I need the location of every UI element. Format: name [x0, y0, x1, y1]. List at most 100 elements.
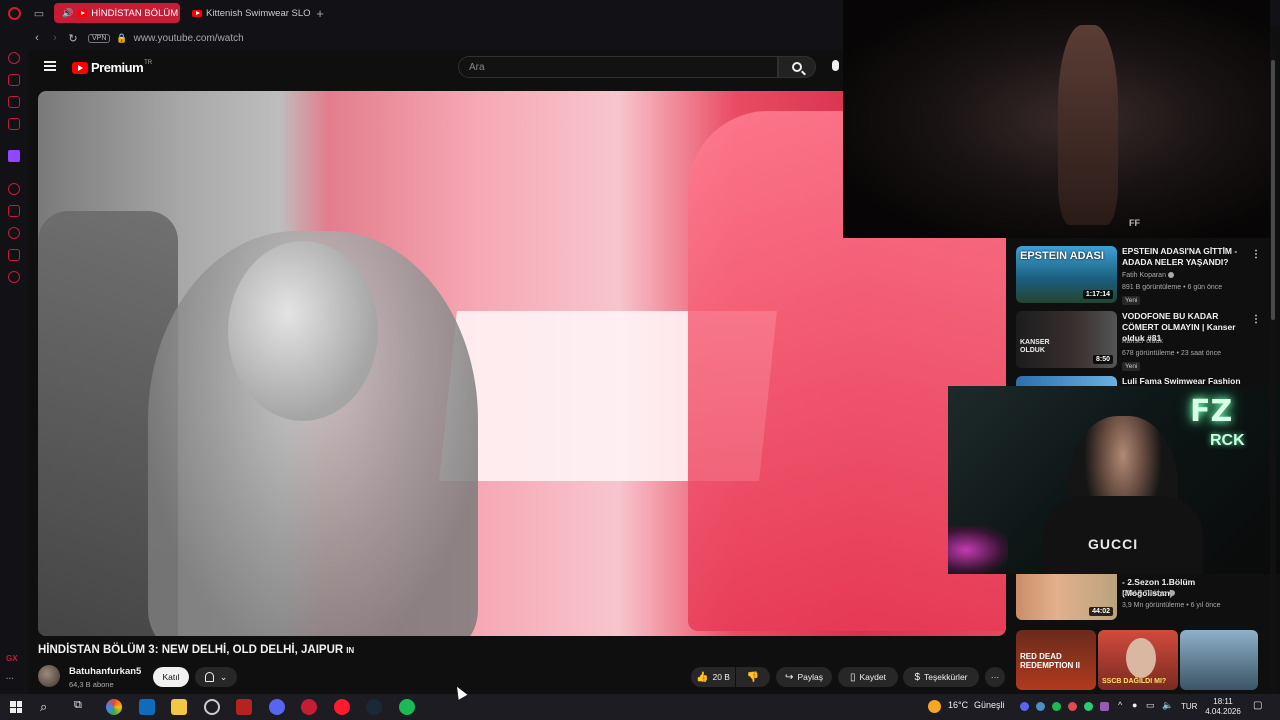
steam-app-icon[interactable]: [366, 699, 382, 715]
new-tab-button[interactable]: +: [310, 6, 330, 21]
reload-icon[interactable]: ↻: [64, 32, 82, 45]
forward-icon[interactable]: ›: [46, 32, 64, 44]
webcam-shirt: [1043, 496, 1203, 574]
video-thumbnail[interactable]: [1016, 376, 1117, 386]
task-view-icon[interactable]: ⧉: [74, 699, 82, 712]
aria-icon[interactable]: [8, 74, 20, 86]
tab-inactive[interactable]: Kittenish Swimwear SLOW: [184, 3, 310, 23]
thanks-button[interactable]: $ Teşekkürler: [903, 667, 979, 687]
thumbnail-text: SSCB DAĞILDI MI?: [1102, 678, 1167, 685]
twitch-icon[interactable]: [8, 150, 20, 162]
notification-icon[interactable]: ▢: [1253, 700, 1262, 711]
like-button[interactable]: 👍 20 B: [691, 667, 735, 687]
microphone-icon[interactable]: [832, 60, 839, 71]
duration-badge: 44:02: [1089, 607, 1113, 616]
video-thumbnail[interactable]: KANSER OLDUK 8:50: [1016, 311, 1117, 368]
list-item[interactable]: Luli Fama Swimwear Fashion: [1016, 376, 1266, 386]
speaker-icon[interactable]: 🔊: [62, 8, 73, 19]
shorts-thumbnail[interactable]: RED DEAD REDEMPTION II: [1016, 630, 1096, 690]
verified-icon: [1168, 590, 1175, 597]
opera-gx-app-icon[interactable]: [301, 699, 317, 715]
tab-active[interactable]: 🔊 HİNDİSTAN BÖLÜM 3:: [54, 3, 180, 23]
more-actions-button[interactable]: ···: [985, 667, 1005, 687]
music-icon[interactable]: [8, 183, 20, 195]
whatsapp-icon[interactable]: [8, 118, 20, 130]
chrome-app-icon[interactable]: [106, 699, 122, 715]
list-item[interactable]: EPSTEIN ADASI 1:17:14 EPSTEIN ADASI'NA G…: [1016, 246, 1266, 306]
discord-tray-icon[interactable]: [1020, 702, 1029, 711]
search-button[interactable]: [778, 56, 816, 78]
windows-start-icon[interactable]: [10, 701, 22, 713]
dislike-button[interactable]: 👎: [736, 667, 770, 687]
avatar[interactable]: [38, 665, 60, 687]
kebab-menu-icon[interactable]: ⋮: [1251, 249, 1261, 260]
microphone-tray-icon[interactable]: ●: [1132, 700, 1137, 710]
settings-icon[interactable]: [8, 271, 20, 283]
list-item[interactable]: 44:02 - 2.Sezon 1.Bölüm (Moğolistan) DMA…: [1016, 572, 1266, 622]
verified-icon: [1167, 272, 1174, 279]
share-button[interactable]: ↪ Paylaş: [776, 667, 832, 687]
clock[interactable]: 18:11 4.04.2026: [1203, 697, 1243, 717]
video-frame-head: [228, 241, 378, 421]
video-editor-icon[interactable]: [236, 699, 252, 715]
pinboard-icon[interactable]: [8, 205, 20, 217]
clock-time: 18:11: [1213, 697, 1233, 706]
app-tray-icon[interactable]: [1084, 702, 1093, 711]
weather-sun-icon[interactable]: [928, 700, 941, 713]
back-icon[interactable]: ‹: [28, 32, 46, 44]
history-icon[interactable]: [8, 52, 20, 64]
search-icon[interactable]: ⌕: [40, 699, 47, 715]
weather-temperature[interactable]: 16°C: [948, 700, 968, 710]
opera-menu-icon[interactable]: [0, 0, 28, 26]
channel-name[interactable]: Batuhanfurkan5: [69, 666, 141, 677]
spotify-tray-icon[interactable]: [1052, 702, 1061, 711]
url-field[interactable]: www.youtube.com/watch: [134, 33, 244, 44]
menu-icon[interactable]: [44, 61, 56, 71]
app-tray-icon[interactable]: [1068, 702, 1077, 711]
duration-badge: 8:50: [1092, 355, 1113, 364]
network-icon[interactable]: ▭: [1146, 700, 1155, 711]
vpn-badge[interactable]: VPN: [88, 33, 111, 43]
file-explorer-icon[interactable]: [171, 699, 187, 715]
language-indicator[interactable]: TUR: [1181, 702, 1197, 711]
obs-app-icon[interactable]: [204, 699, 220, 715]
recommendation-meta: 3,9 Mn görüntüleme • 6 yıl önce: [1122, 602, 1221, 609]
thumbs-up-icon: 👍: [696, 671, 709, 683]
scrollbar-thumb[interactable]: [1271, 60, 1275, 320]
workspaces-icon[interactable]: ▭: [28, 0, 50, 26]
search-input[interactable]: Ara: [458, 56, 778, 78]
kebab-menu-icon[interactable]: ⋮: [1251, 314, 1261, 325]
expand-tray-icon[interactable]: ^: [1118, 700, 1122, 710]
discord-app-icon[interactable]: [269, 699, 285, 715]
outlook-app-icon[interactable]: [139, 699, 155, 715]
clock-date: 4.04.2026: [1205, 707, 1241, 716]
list-item[interactable]: KANSER OLDUK 8:50 VODOFONE BU KADAR CÖME…: [1016, 311, 1266, 371]
lock-icon[interactable]: 🔒: [116, 33, 127, 44]
join-button[interactable]: Katıl: [153, 667, 189, 687]
shorts-thumbnail[interactable]: SSCB DAĞILDI MI?: [1098, 630, 1178, 690]
video-thumbnail[interactable]: EPSTEIN ADASI 1:17:14: [1016, 246, 1117, 303]
shorts-thumbnail[interactable]: [1180, 630, 1258, 690]
save-button[interactable]: ▯ Kaydet: [838, 667, 898, 687]
steam-tray-icon[interactable]: [1036, 702, 1045, 711]
weather-condition[interactable]: Güneşli: [974, 700, 1005, 710]
extensions-icon[interactable]: [8, 249, 20, 261]
more-icon[interactable]: ···: [6, 674, 14, 683]
video-thumbnail[interactable]: 44:02: [1016, 572, 1117, 620]
gx-label[interactable]: GX: [6, 654, 18, 663]
messenger-icon[interactable]: [8, 96, 20, 108]
clock-icon[interactable]: [8, 227, 20, 239]
opera-app-icon[interactable]: [334, 699, 350, 715]
recommendation-title[interactable]: EPSTEIN ADASI'NA GİTTİM - ADADA NELER YA…: [1122, 246, 1247, 268]
app-tray-icon[interactable]: [1100, 702, 1109, 711]
youtube-logo[interactable]: Premium TR: [72, 60, 152, 75]
thumbnail-face: [1126, 638, 1156, 678]
overlay-figure: [1058, 25, 1118, 225]
volume-icon[interactable]: 🔈: [1162, 700, 1173, 711]
spotify-app-icon[interactable]: [399, 699, 415, 715]
thanks-icon: $: [914, 671, 921, 683]
webcam-overlay: GUCCI FZ RCK: [948, 386, 1280, 574]
youtube-header: Premium TR Ara: [28, 50, 843, 86]
subscribe-bell-button[interactable]: ⌄: [195, 667, 237, 687]
search-icon: [792, 62, 802, 72]
